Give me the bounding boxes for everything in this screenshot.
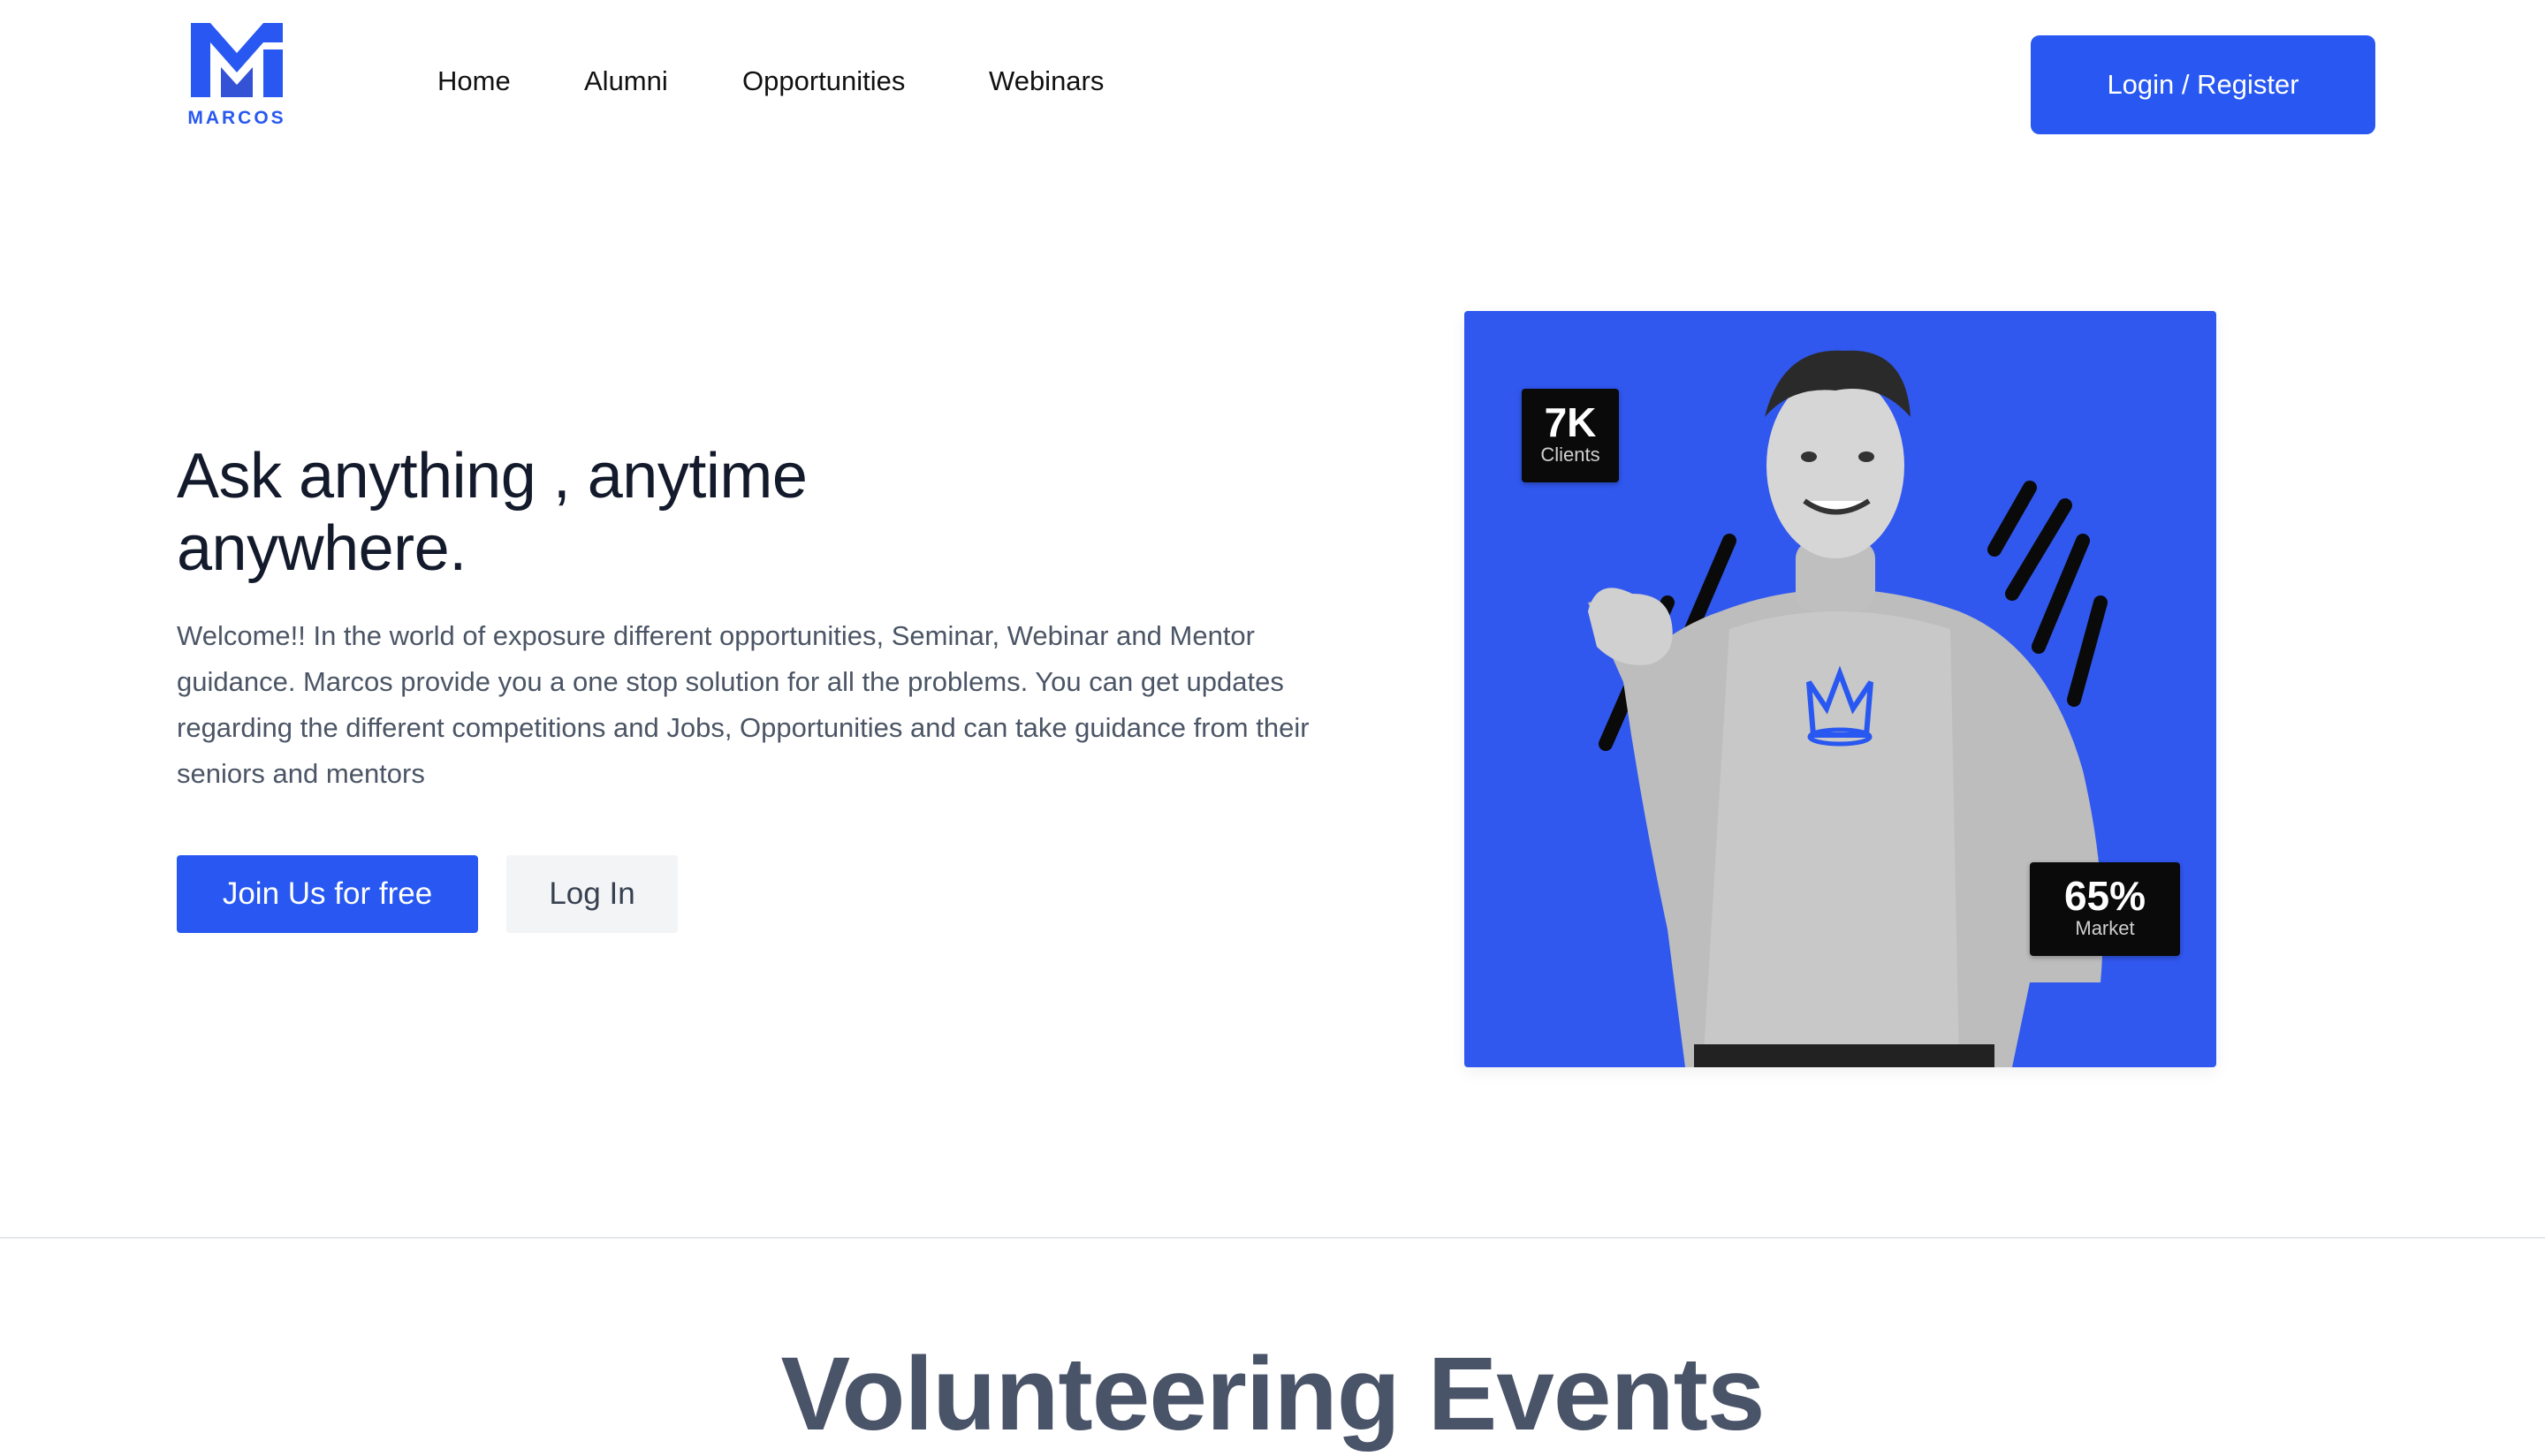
hero-image: 7K Clients 65% Market xyxy=(1464,311,2216,1067)
login-register-button[interactable]: Login / Register xyxy=(2031,35,2375,134)
nav-webinars-link[interactable]: Webinars xyxy=(989,65,1104,97)
volunteering-events-heading: Volunteering Events xyxy=(780,1336,1765,1452)
hero-title: Ask anything , anytime anywhere. xyxy=(177,441,808,584)
market-stat-badge: 65% Market xyxy=(2030,862,2180,956)
clients-stat-badge: 7K Clients xyxy=(1522,389,1619,482)
clients-stat-value: 7K xyxy=(1544,399,1597,445)
hero-description: Welcome!! In the world of exposure diffe… xyxy=(177,620,1310,789)
marcos-logo[interactable]: MARCOS xyxy=(186,23,288,133)
nav-home-link[interactable]: Home xyxy=(437,65,511,97)
market-stat-label: Market xyxy=(2075,917,2135,939)
clients-stat-label: Clients xyxy=(1540,444,1600,466)
logo-wordmark: MARCOS xyxy=(187,108,286,128)
top-navbar: MARCOS Home Alumni Opportunities Webinar… xyxy=(0,0,2545,177)
section-divider xyxy=(0,1237,2545,1239)
nav-opportunities-link[interactable]: Opportunities xyxy=(742,65,905,97)
marcos-logo-icon xyxy=(191,23,283,97)
log-in-button[interactable]: Log In xyxy=(506,855,678,933)
market-stat-value: 65% xyxy=(2063,873,2146,919)
join-free-button[interactable]: Join Us for free xyxy=(177,855,478,933)
nav-alumni-link[interactable]: Alumni xyxy=(584,65,668,97)
